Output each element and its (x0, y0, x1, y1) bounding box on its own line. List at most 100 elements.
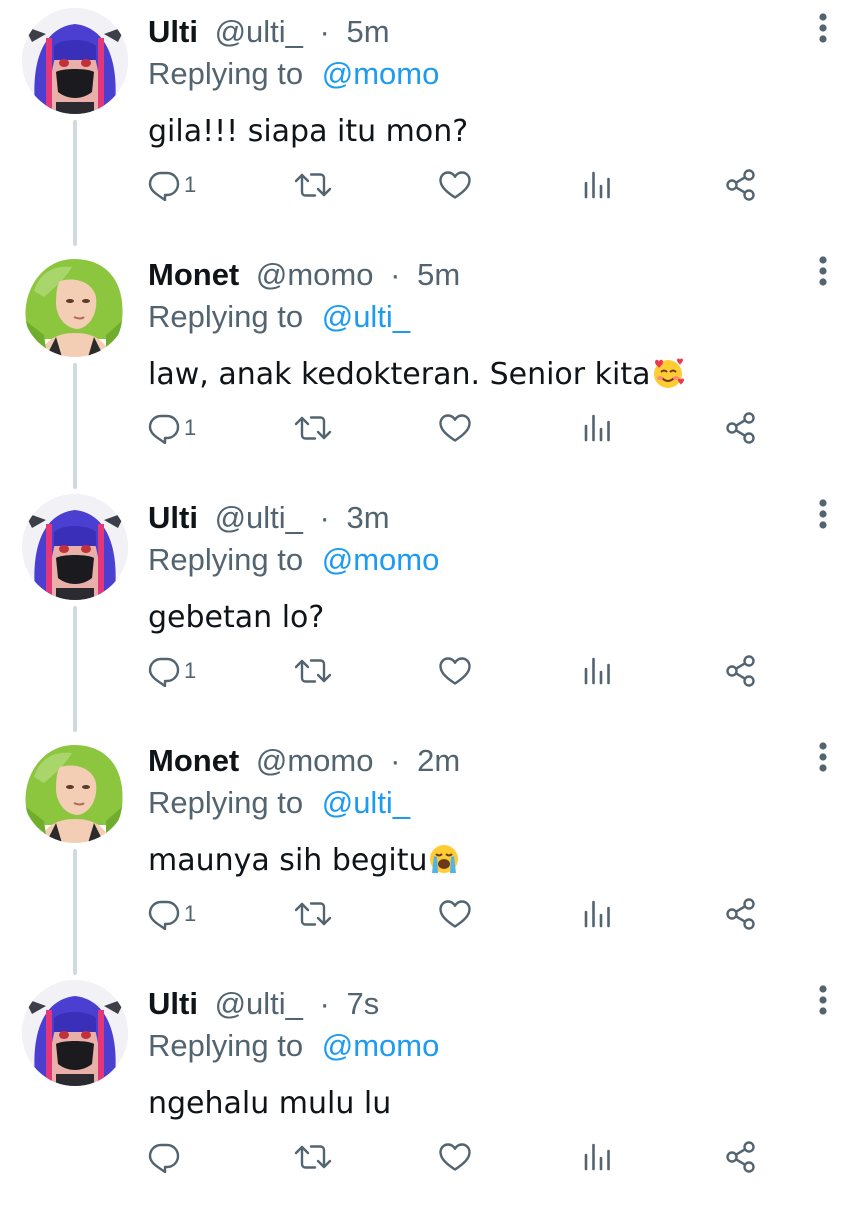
more-options-button[interactable] (805, 251, 841, 291)
tweet-text: law, anak kedokteran. Senior kita (148, 355, 685, 395)
reply-button[interactable]: 1 (148, 160, 196, 210)
view-analytics-button[interactable] (582, 403, 612, 453)
ulti-avatar[interactable] (22, 8, 128, 114)
tweet-4[interactable]: Monet @momo · 2m Replying to @ulti_ maun… (0, 729, 868, 975)
reply-mention-link[interactable]: @momo (322, 1028, 440, 1063)
ulti-avatar[interactable] (22, 980, 128, 1086)
tweet-5[interactable]: Ulti @ulti_ · 7s Replying to @momo ngeha… (0, 972, 868, 1215)
share-button[interactable] (724, 160, 758, 210)
share-icon (726, 655, 755, 687)
share-icon (726, 898, 755, 930)
tweet-actions-bar (0, 1132, 868, 1182)
tweet-actions-bar: 1 (0, 646, 868, 696)
reply-count: 1 (184, 172, 197, 197)
display-name[interactable]: Monet (148, 743, 239, 778)
user-handle[interactable]: @momo (256, 743, 374, 778)
monet-avatar[interactable] (22, 251, 128, 357)
display-name[interactable]: Ulti (148, 14, 198, 49)
reply-icon (148, 900, 180, 930)
analytics-icon (584, 900, 610, 928)
tweet-header: Ulti @ulti_ · 7s (148, 984, 379, 1024)
tweet-text: ngehalu mulu lu (148, 1084, 391, 1124)
like-button[interactable] (438, 160, 472, 210)
replying-to-line: Replying to @momo (148, 1026, 439, 1066)
reply-mention-link[interactable]: @momo (322, 56, 440, 91)
more-options-button[interactable] (805, 494, 841, 534)
retweet-button[interactable] (293, 1132, 333, 1182)
view-analytics-button[interactable] (582, 160, 612, 210)
display-name[interactable]: Ulti (148, 500, 198, 535)
replying-to-label: Replying to (148, 785, 304, 820)
reply-icon (148, 414, 180, 444)
tweet-header: Ulti @ulti_ · 5m (148, 12, 390, 52)
reply-button[interactable] (148, 1132, 184, 1182)
analytics-icon (584, 1143, 610, 1171)
more-options-button[interactable] (805, 737, 841, 777)
replying-to-line: Replying to @ulti_ (148, 783, 410, 823)
heart-icon (439, 657, 471, 685)
display-name[interactable]: Ulti (148, 986, 198, 1021)
like-button[interactable] (438, 646, 472, 696)
view-analytics-button[interactable] (582, 646, 612, 696)
tweet-3[interactable]: Ulti @ulti_ · 3m Replying to @momo gebet… (0, 486, 868, 732)
timestamp[interactable]: 7s (346, 986, 379, 1021)
retweet-button[interactable] (293, 646, 333, 696)
tweet-text-content: gila!!! siapa itu mon? (148, 114, 469, 149)
reply-button[interactable]: 1 (148, 889, 196, 939)
share-button[interactable] (724, 1132, 758, 1182)
share-icon (726, 412, 755, 444)
reply-icon (148, 1143, 180, 1173)
tweet-2[interactable]: Monet @momo · 5m Replying to @ulti_ law,… (0, 243, 868, 489)
retweet-button[interactable] (293, 889, 333, 939)
tweet-text: gebetan lo? (148, 598, 324, 638)
share-button[interactable] (724, 403, 758, 453)
reply-mention-link[interactable]: @ulti_ (322, 299, 410, 334)
analytics-icon (584, 414, 610, 442)
retweet-button[interactable] (293, 403, 333, 453)
more-options-button[interactable] (805, 980, 841, 1020)
share-button[interactable] (724, 646, 758, 696)
like-button[interactable] (438, 403, 472, 453)
tweet-1[interactable]: Ulti @ulti_ · 5m Replying to @momo gila!… (0, 0, 868, 246)
view-analytics-button[interactable] (582, 889, 612, 939)
timestamp[interactable]: 3m (346, 500, 389, 535)
retweet-icon (294, 659, 332, 683)
replying-to-line: Replying to @momo (148, 540, 439, 580)
timestamp[interactable]: 5m (346, 14, 389, 49)
share-icon (726, 1141, 755, 1173)
timestamp[interactable]: 2m (417, 743, 460, 778)
analytics-icon (584, 171, 610, 199)
user-handle[interactable]: @ulti_ (215, 500, 303, 535)
ulti-avatar[interactable] (22, 494, 128, 600)
user-handle[interactable]: @ulti_ (215, 14, 303, 49)
like-button[interactable] (438, 1132, 472, 1182)
tweet-text: maunya sih begitu (148, 841, 461, 881)
heart-icon (439, 900, 471, 928)
tweet-actions-bar: 1 (0, 160, 868, 210)
replying-to-label: Replying to (148, 56, 304, 91)
user-handle[interactable]: @momo (256, 257, 374, 292)
tweet-actions-bar: 1 (0, 403, 868, 453)
reply-count: 1 (184, 901, 197, 926)
reply-button[interactable]: 1 (148, 646, 196, 696)
reply-button[interactable]: 1 (148, 403, 196, 453)
display-name[interactable]: Monet (148, 257, 239, 292)
reply-mention-link[interactable]: @ulti_ (322, 785, 410, 820)
monet-avatar[interactable] (22, 737, 128, 843)
tweet-text: gila!!! siapa itu mon? (148, 112, 468, 152)
tweet-text-content: gebetan lo? (148, 600, 325, 635)
like-button[interactable] (438, 889, 472, 939)
retweet-icon (294, 173, 332, 197)
retweet-button[interactable] (293, 160, 333, 210)
user-handle[interactable]: @ulti_ (215, 986, 303, 1021)
more-vertical-icon (819, 13, 827, 43)
separator-dot: · (390, 743, 401, 778)
replying-to-line: Replying to @momo (148, 54, 439, 94)
reply-mention-link[interactable]: @momo (322, 542, 440, 577)
share-icon (726, 169, 755, 201)
view-analytics-button[interactable] (582, 1132, 612, 1182)
timestamp[interactable]: 5m (417, 257, 460, 292)
retweet-icon (294, 1145, 332, 1169)
share-button[interactable] (724, 889, 758, 939)
more-options-button[interactable] (805, 8, 841, 48)
